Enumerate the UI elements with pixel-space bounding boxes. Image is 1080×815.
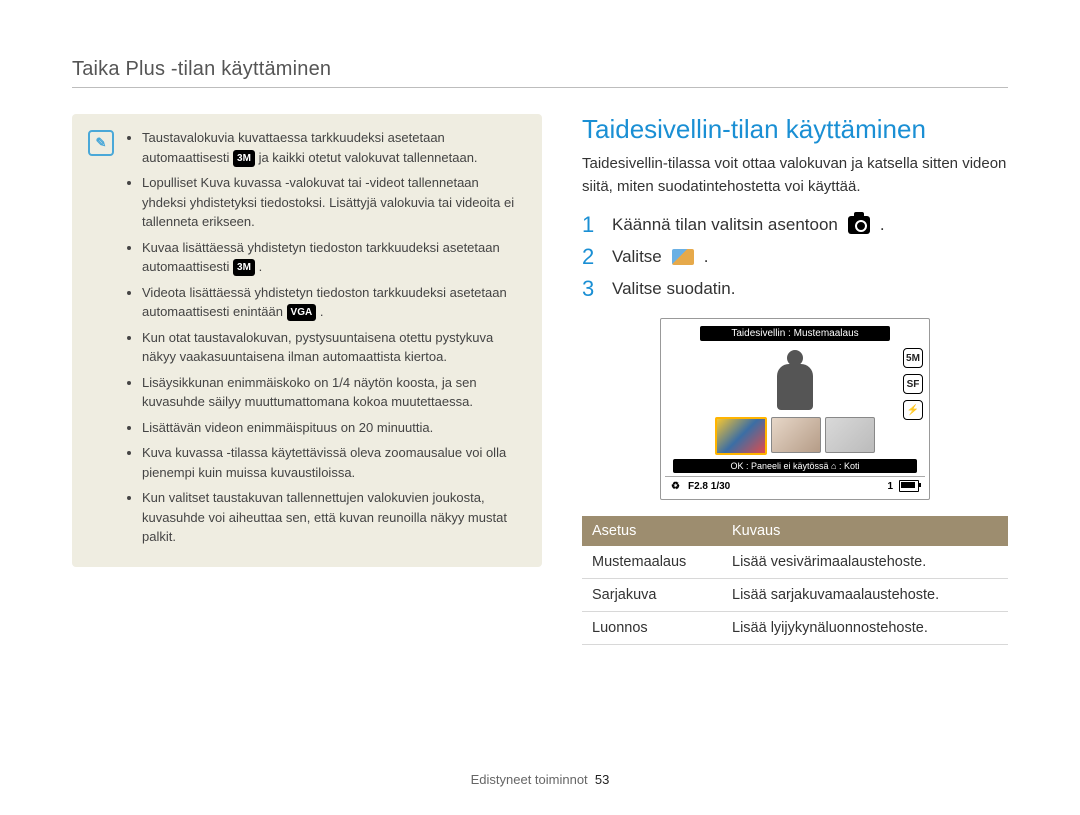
table-head-desc: Kuvaus xyxy=(722,516,1008,546)
note-icon: ✎ xyxy=(88,130,114,156)
resolution-indicator-icon: 5M xyxy=(903,348,923,368)
filter-options-table: Asetus Kuvaus Mustemaalaus Lisää vesivär… xyxy=(582,516,1008,645)
section-intro: Taidesivellin-tilassa voit ottaa valokuv… xyxy=(582,153,1008,198)
note-item: Videota lisättäessä yhdistetyn tiedoston… xyxy=(142,283,526,322)
step-1: 1 Käännä tilan valitsin asentoon . xyxy=(582,212,1008,238)
note-text: . xyxy=(320,304,324,319)
footer-section: Edistyneet toiminnot xyxy=(471,772,588,787)
note-box: ✎ Taustavalokuvia kuvattaessa tarkkuudek… xyxy=(72,114,542,567)
note-text: . xyxy=(259,259,263,274)
lcd-body: 5M SF ⚡ xyxy=(665,344,925,459)
filter-thumbnails xyxy=(715,417,875,455)
option-desc: Lisää vesivärimaalaustehoste. xyxy=(722,546,1008,579)
note-item: Kun valitset taustakuvan tallennettujen … xyxy=(142,488,526,547)
filter-thumb-inkpaint xyxy=(715,417,767,455)
step-text: Käännä tilan valitsin asentoon xyxy=(612,215,838,235)
table-row: Mustemaalaus Lisää vesivärimaalaustehost… xyxy=(582,546,1008,579)
sf-indicator-icon: SF xyxy=(903,374,923,394)
filter-thumb-sketch xyxy=(825,417,875,453)
page-footer: Edistyneet toiminnot 53 xyxy=(0,772,1080,787)
resolution-badge: VGA xyxy=(287,304,317,321)
subject-silhouette-icon xyxy=(773,350,817,410)
option-name: Sarjakuva xyxy=(582,579,722,612)
step-number: 1 xyxy=(582,212,602,238)
table-row: Luonnos Lisää lyijykynäluonnostehoste. xyxy=(582,612,1008,645)
step-text: Valitse xyxy=(612,247,662,267)
note-item: Taustavalokuvia kuvattaessa tarkkuudeksi… xyxy=(142,128,526,167)
step-period: . xyxy=(704,247,709,267)
recycle-icon: ♻ xyxy=(671,481,680,492)
note-item: Lisäysikkunan enimmäiskoko on 1/4 näytön… xyxy=(142,373,526,412)
running-title: Taika Plus -tilan käyttäminen xyxy=(72,58,1008,81)
note-list: Taustavalokuvia kuvattaessa tarkkuudeksi… xyxy=(126,128,526,553)
note-text: Kuvaa lisättäessä yhdistetyn tiedoston t… xyxy=(142,240,500,275)
lcd-hint: OK : Paneeli ei käytössä ⌂ : Koti xyxy=(673,459,917,473)
lcd-mode-label: Taidesivellin : Mustemaalaus xyxy=(700,326,890,341)
note-text: Videota lisättäessä yhdistetyn tiedoston… xyxy=(142,285,507,320)
step-number: 2 xyxy=(582,244,602,270)
manual-page: Taika Plus -tilan käyttäminen ✎ Taustava… xyxy=(0,0,1080,815)
mode-dial-icon xyxy=(848,216,870,234)
resolution-badge: 3M xyxy=(233,259,255,276)
page-number: 53 xyxy=(595,772,609,787)
title-rule xyxy=(72,87,1008,88)
note-item: Kuva kuvassa -tilassa käytettävissä olev… xyxy=(142,443,526,482)
art-brush-icon xyxy=(672,249,694,265)
battery-icon xyxy=(899,480,919,492)
lcd-side-icons: 5M SF ⚡ xyxy=(903,348,923,420)
step-period: . xyxy=(880,215,885,235)
right-column: Taidesivellin-tilan käyttäminen Taidesiv… xyxy=(582,114,1008,645)
lcd-inner: Taidesivellin : Mustemaalaus 5M SF ⚡ xyxy=(665,323,925,473)
step-text: Valitse suodatin. xyxy=(612,279,735,299)
section-title: Taidesivellin-tilan käyttäminen xyxy=(582,114,1008,145)
lcd-status-bar: ♻ F2.8 1/30 1 xyxy=(665,476,925,495)
note-item: Kuvaa lisättäessä yhdistetyn tiedoston t… xyxy=(142,238,526,277)
filter-thumb-cartoon xyxy=(771,417,821,453)
option-desc: Lisää sarjakuvamaalaustehoste. xyxy=(722,579,1008,612)
note-item: Lisättävän videon enimmäispituus on 20 m… xyxy=(142,418,526,438)
flash-indicator-icon: ⚡ xyxy=(903,400,923,420)
camera-screen-mock: Taidesivellin : Mustemaalaus 5M SF ⚡ xyxy=(660,318,930,500)
note-text: ja kaikki otetut valokuvat tallennetaan. xyxy=(259,150,478,165)
note-item: Lopulliset Kuva kuvassa -valokuvat tai -… xyxy=(142,173,526,232)
step-2: 2 Valitse . xyxy=(582,244,1008,270)
exposure-readout: F2.8 1/30 xyxy=(688,481,730,492)
option-name: Luonnos xyxy=(582,612,722,645)
note-item: Kun otat taustavalokuvan, pystysuuntaise… xyxy=(142,328,526,367)
table-row: Sarjakuva Lisää sarjakuvamaalaustehoste. xyxy=(582,579,1008,612)
two-column-layout: ✎ Taustavalokuvia kuvattaessa tarkkuudek… xyxy=(72,114,1008,645)
table-head-setting: Asetus xyxy=(582,516,722,546)
step-number: 3 xyxy=(582,276,602,302)
step-list: 1 Käännä tilan valitsin asentoon . 2 Val… xyxy=(582,212,1008,302)
option-name: Mustemaalaus xyxy=(582,546,722,579)
shots-remaining: 1 xyxy=(887,481,893,492)
step-3: 3 Valitse suodatin. xyxy=(582,276,1008,302)
left-column: ✎ Taustavalokuvia kuvattaessa tarkkuudek… xyxy=(72,114,542,645)
resolution-badge: 3M xyxy=(233,150,255,167)
option-desc: Lisää lyijykynäluonnostehoste. xyxy=(722,612,1008,645)
